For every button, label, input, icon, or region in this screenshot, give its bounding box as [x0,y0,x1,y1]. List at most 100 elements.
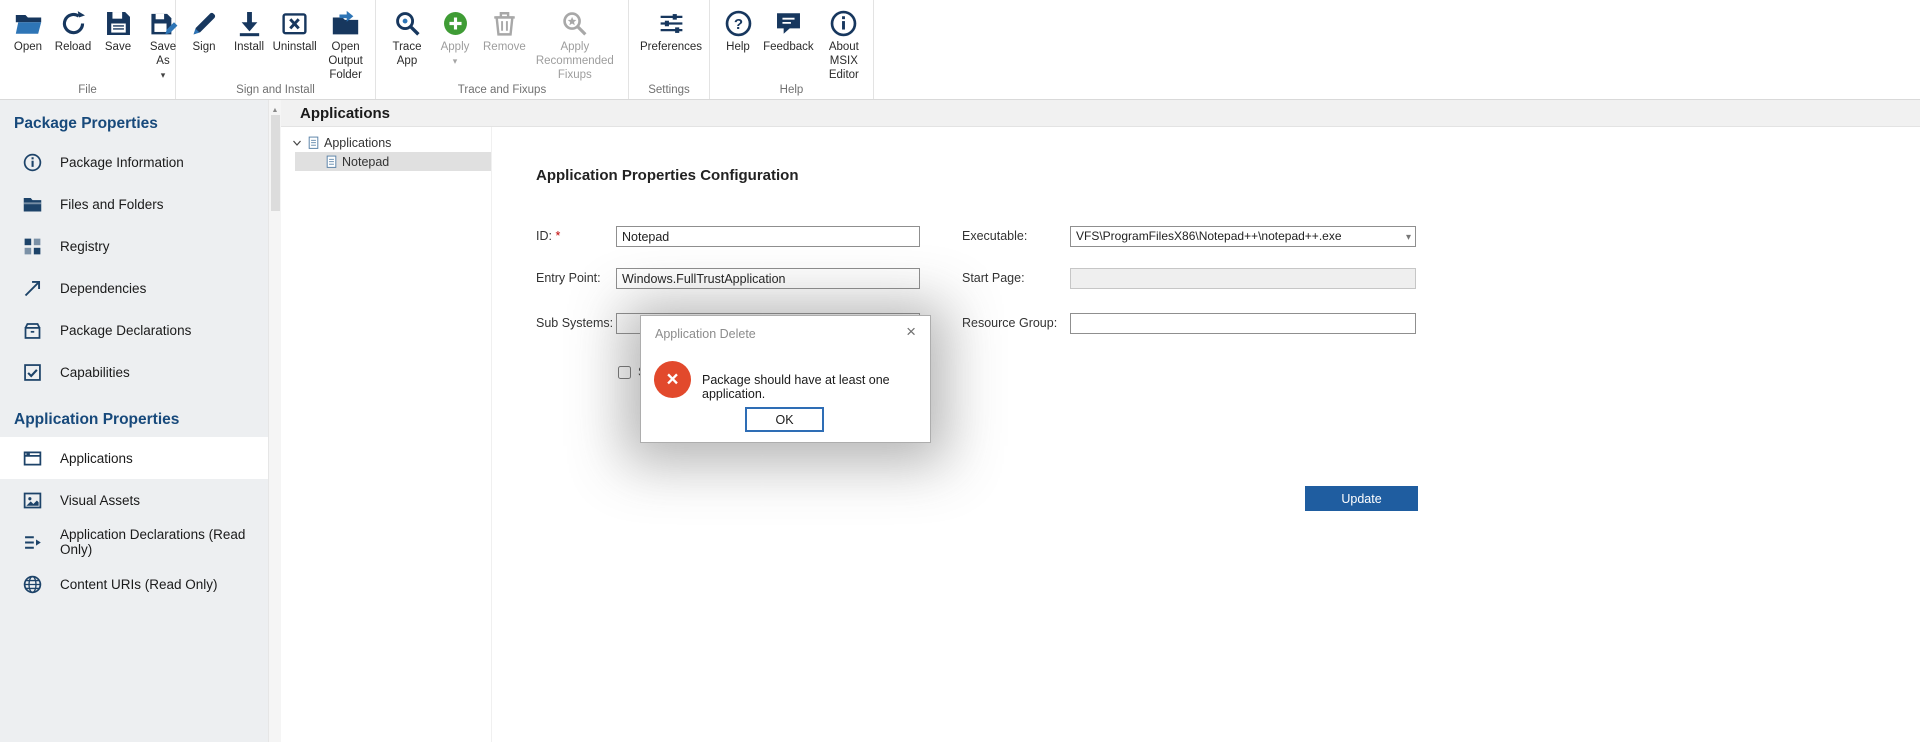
executable-combobox-value: VFS\ProgramFilesX86\Notepad++\notepad++.… [1076,229,1342,243]
preferences-button[interactable]: Preferences [637,7,705,55]
save-icon [104,9,133,38]
about-msix-editor-button[interactable]: About MSIX Editor [819,7,869,82]
form-title: Application Properties Configuration [536,167,799,184]
document-icon [307,136,320,150]
ok-button[interactable]: OK [745,407,824,432]
sign-button[interactable]: Sign [184,7,224,55]
error-icon: × [654,361,691,398]
sidebar-item-application-declarations[interactable]: Application Declarations (Read Only) [0,521,268,563]
entry-point-input[interactable] [616,268,920,289]
dialog-title: Application Delete [655,327,756,341]
feedback-button-label: Feedback [763,41,814,55]
open-button[interactable]: Open [8,7,48,55]
info-icon [22,152,43,173]
save-as-button-label: Save As [146,41,180,69]
package-icon [22,320,43,341]
sidebar-scrollbar[interactable] [268,100,281,742]
sign-icon [190,9,219,38]
uninstall-button[interactable]: Uninstall [274,7,315,55]
sidebar-item-label: Capabilities [60,365,130,380]
ribbon-group-settings: Preferences Settings [629,0,710,99]
sub-option-checkbox[interactable] [618,366,631,379]
apply-button[interactable]: Apply [435,7,475,67]
open-output-folder-button[interactable]: Open Output Folder [320,7,371,82]
required-mark: * [555,229,560,243]
entry-point-label: Entry Point: [536,268,601,289]
close-icon[interactable]: × [901,320,921,344]
apply-plus-icon [441,9,470,38]
sidebar-item-capabilities[interactable]: Capabilities [0,351,268,393]
scroll-up-arrow-icon[interactable] [269,100,281,114]
recommended-fixups-icon [560,9,589,38]
globe-icon [22,574,43,595]
sidebar-item-label: Registry [60,239,110,254]
help-button[interactable]: ? Help [718,7,758,55]
sidebar-item-label: Package Declarations [60,323,191,338]
ribbon-group-label-sign-install: Sign and Install [176,84,375,96]
about-msix-editor-label: About MSIX Editor [822,41,866,82]
sidebar-item-applications[interactable]: Applications [0,437,268,479]
sidebar-item-registry[interactable]: Registry [0,225,268,267]
reload-button-label: Reload [55,41,91,55]
sidebar-item-package-declarations[interactable]: Package Declarations [0,309,268,351]
sidebar-item-dependencies[interactable]: Dependencies [0,267,268,309]
sidebar-item-label: Application Declarations (Read Only) [60,527,268,557]
ribbon-group-file: Open Reload Save Save As File [0,0,176,99]
sidebar-heading-package-properties: Package Properties [0,100,268,141]
msix-editor-window: Open Reload Save Save As File [0,0,1920,742]
ribbon: Open Reload Save Save As File [0,0,1920,100]
sidebar-item-visual-assets[interactable]: Visual Assets [0,479,268,521]
applications-tree: Applications Notepad [281,127,492,742]
ribbon-group-label-settings: Settings [629,84,709,96]
trace-app-button[interactable]: Trace App [384,7,430,69]
reload-icon [59,9,88,38]
executable-combobox[interactable]: VFS\ProgramFilesX86\Notepad++\notepad++.… [1070,226,1416,247]
svg-text:?: ? [733,16,742,33]
tree-node-applications[interactable]: Applications [281,133,491,152]
apply-recommended-fixups-button[interactable]: Apply Recommended Fixups [534,7,616,82]
remove-button[interactable]: Remove [480,7,529,55]
remove-trash-icon [490,9,519,38]
application-delete-dialog: Application Delete × × Package should ha… [640,315,931,443]
tree-node-notepad[interactable]: Notepad [295,152,491,171]
reload-button[interactable]: Reload [53,7,93,55]
sidebar-item-package-information[interactable]: Package Information [0,141,268,183]
feedback-button[interactable]: Feedback [763,7,814,55]
content-header: Applications [281,100,1920,127]
save-button[interactable]: Save [98,7,138,55]
uninstall-icon [280,9,309,38]
resource-group-input[interactable] [1070,313,1416,334]
sidebar-item-label: Package Information [60,155,184,170]
save-button-label: Save [105,41,131,55]
open-folder-icon [14,9,43,38]
install-button[interactable]: Install [229,7,269,55]
install-button-label: Install [234,41,264,55]
help-button-label: Help [726,41,750,55]
about-icon [829,9,858,38]
app-declarations-icon [22,532,43,553]
start-page-input [1070,268,1416,289]
ribbon-group-label-help: Help [710,84,873,96]
folder-icon [22,194,43,215]
registry-icon [22,236,43,257]
ribbon-group-trace-fixups: Trace App Apply Remove Apply Recommended… [376,0,629,99]
sign-button-label: Sign [192,41,215,55]
resource-group-label: Resource Group: [962,313,1057,334]
feedback-icon [774,9,803,38]
sidebar: Package Properties Package Information F… [0,100,268,742]
preferences-button-label: Preferences [640,41,702,55]
tree-node-label: Applications [324,136,391,150]
open-button-label: Open [14,41,42,55]
id-input[interactable] [616,226,920,247]
open-output-folder-label: Open Output Folder [323,41,368,82]
save-as-icon [149,9,178,38]
sidebar-item-content-uris[interactable]: Content URIs (Read Only) [0,563,268,605]
visual-assets-icon [22,490,43,511]
open-output-folder-icon [331,9,360,38]
sidebar-item-label: Applications [60,451,133,466]
sub-systems-label: Sub Systems: [536,313,613,334]
update-button[interactable]: Update [1305,486,1418,511]
scrollbar-thumb[interactable] [271,115,280,211]
sidebar-item-files-and-folders[interactable]: Files and Folders [0,183,268,225]
sidebar-item-label: Content URIs (Read Only) [60,577,218,592]
